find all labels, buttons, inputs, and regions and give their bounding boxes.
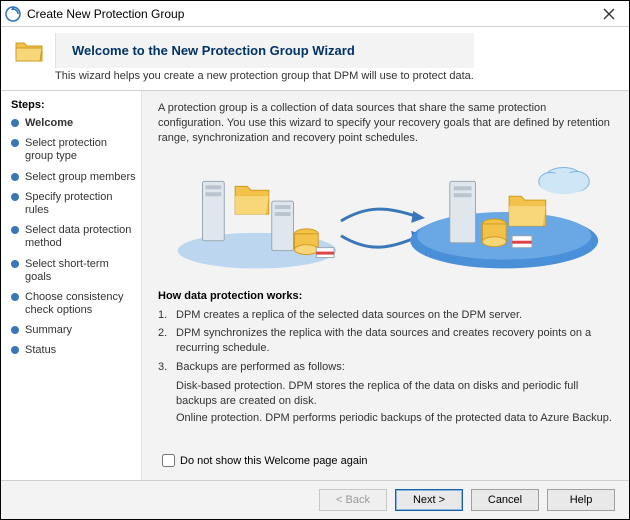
step-specify-protection-rules[interactable]: Specify protection rules: [11, 191, 137, 217]
window-title: Create New Protection Group: [27, 7, 589, 21]
intro-text: A protection group is a collection of da…: [158, 101, 613, 146]
close-icon: [603, 8, 615, 20]
step-label: Welcome: [25, 117, 73, 130]
list-number: 3.: [158, 360, 176, 375]
step-select-data-protection-method[interactable]: Select data protection method: [11, 224, 137, 250]
step-choose-consistency-check-options[interactable]: Choose consistency check options: [11, 291, 137, 317]
dont-show-label: Do not show this Welcome page again: [180, 455, 368, 467]
steps-sidebar: Steps: Welcome Select protection group t…: [1, 91, 141, 480]
back-button: < Back: [319, 489, 387, 511]
step-label: Select short-term goals: [25, 258, 137, 284]
wizard-title: Welcome to the New Protection Group Wiza…: [55, 33, 474, 68]
list-item: 1. DPM creates a replica of the selected…: [158, 308, 613, 323]
cancel-button[interactable]: Cancel: [471, 489, 539, 511]
step-label: Select protection group type: [25, 137, 137, 163]
step-bullet-icon: [11, 139, 19, 147]
close-button[interactable]: [589, 1, 629, 26]
list-text: DPM creates a replica of the selected da…: [176, 308, 613, 323]
next-button[interactable]: Next >: [395, 489, 463, 511]
help-button[interactable]: Help: [547, 489, 615, 511]
list-subitem: Disk-based protection. DPM stores the re…: [176, 379, 613, 409]
step-label: Select data protection method: [25, 224, 137, 250]
how-it-works-list: 1. DPM creates a replica of the selected…: [158, 308, 613, 428]
step-bullet-icon: [11, 193, 19, 201]
dont-show-checkbox[interactable]: [162, 454, 175, 467]
step-welcome[interactable]: Welcome: [11, 117, 137, 130]
list-number: 1.: [158, 308, 176, 323]
step-bullet-icon: [11, 119, 19, 127]
step-select-group-members[interactable]: Select group members: [11, 171, 137, 184]
wizard-header: Welcome to the New Protection Group Wiza…: [1, 27, 629, 91]
step-bullet-icon: [11, 326, 19, 334]
list-text: DPM synchronizes the replica with the da…: [176, 326, 613, 356]
illustration: [158, 156, 613, 276]
step-label: Specify protection rules: [25, 191, 137, 217]
wizard-footer: < Back Next > Cancel Help: [1, 480, 629, 519]
steps-heading: Steps:: [11, 99, 137, 111]
step-label: Select group members: [25, 171, 136, 184]
list-subitem: Online protection. DPM performs periodic…: [176, 411, 613, 426]
step-bullet-icon: [11, 293, 19, 301]
wizard-subtitle: This wizard helps you create a new prote…: [55, 70, 474, 82]
step-summary[interactable]: Summary: [11, 324, 137, 337]
titlebar: Create New Protection Group: [1, 1, 629, 27]
step-bullet-icon: [11, 173, 19, 181]
step-status[interactable]: Status: [11, 344, 137, 357]
list-item: 2. DPM synchronizes the replica with the…: [158, 326, 613, 356]
step-label: Choose consistency check options: [25, 291, 137, 317]
app-icon: [5, 6, 21, 22]
step-select-protection-group-type[interactable]: Select protection group type: [11, 137, 137, 163]
list-item: 3. Backups are performed as follows:: [158, 360, 613, 375]
main-panel: A protection group is a collection of da…: [141, 91, 629, 480]
step-bullet-icon: [11, 346, 19, 354]
step-label: Status: [25, 344, 56, 357]
how-it-works-title: How data protection works:: [158, 290, 613, 302]
step-label: Summary: [25, 324, 72, 337]
step-select-short-term-goals[interactable]: Select short-term goals: [11, 258, 137, 284]
list-text: Backups are performed as follows:: [176, 360, 613, 375]
list-number: 2.: [158, 326, 176, 356]
step-bullet-icon: [11, 226, 19, 234]
dont-show-again[interactable]: Do not show this Welcome page again: [158, 451, 613, 470]
step-bullet-icon: [11, 260, 19, 268]
folder-icon: [13, 35, 45, 67]
